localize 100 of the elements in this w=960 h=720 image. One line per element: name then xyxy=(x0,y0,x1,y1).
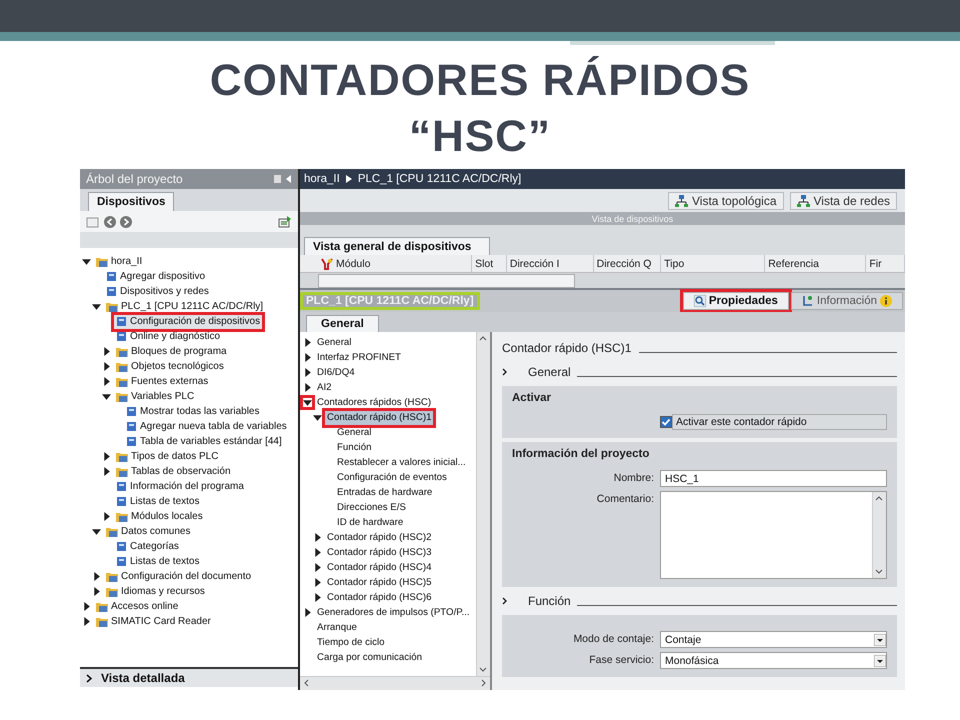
column-header[interactable]: Dirección I xyxy=(506,255,594,272)
tree-item[interactable]: Información del programa xyxy=(114,480,246,494)
tree-item[interactable]: Bloques de programa xyxy=(114,344,229,358)
column-header[interactable]: Fir xyxy=(866,255,905,272)
collapsed-arrow-icon[interactable] xyxy=(102,452,111,461)
collapsed-arrow-icon[interactable] xyxy=(82,602,91,611)
collapsed-arrow-icon[interactable] xyxy=(82,617,91,626)
breadcrumb-item[interactable]: hora_II xyxy=(304,173,340,185)
tab[interactable]: Vista general de dispositivos xyxy=(304,237,490,255)
tree-item[interactable]: Contador rápido (HSC)6 xyxy=(325,590,434,604)
tab[interactable]: General xyxy=(306,315,379,332)
collapsed-arrow-icon[interactable] xyxy=(102,362,111,371)
tree-item[interactable]: Tipos de datos PLC xyxy=(114,450,220,464)
tree-item[interactable]: Restablecer a valores inicial... xyxy=(335,456,468,470)
detail-view-bar[interactable]: Vista detallada xyxy=(80,667,298,687)
collapsed-arrow-icon[interactable] xyxy=(102,347,111,356)
checkbox[interactable] xyxy=(660,416,672,428)
column-header[interactable]: Referencia xyxy=(765,255,866,272)
tree-item[interactable]: Configuración de dispositivos xyxy=(114,314,262,328)
expanded-arrow-icon[interactable] xyxy=(102,392,111,401)
expanded-arrow-icon[interactable] xyxy=(313,413,322,422)
tree-item[interactable]: SIMATIC Card Reader xyxy=(94,614,213,628)
tab[interactable]: Información xyxy=(790,292,903,310)
tree-item[interactable]: Módulos locales xyxy=(114,510,205,524)
comment-field[interactable] xyxy=(660,491,887,579)
tree-item[interactable]: Fuentes externas xyxy=(114,374,210,388)
tree-item[interactable]: PLC_1 [CPU 1211C AC/DC/Rly] xyxy=(104,300,266,314)
chevron-icon[interactable] xyxy=(502,597,508,605)
collapsed-arrow-icon[interactable] xyxy=(303,338,312,347)
scrollbar[interactable] xyxy=(476,332,490,676)
tree-item[interactable]: DI6/DQ4 xyxy=(315,366,357,380)
tree-item[interactable]: Contador rápido (HSC)3 xyxy=(325,546,434,560)
collapsed-arrow-icon[interactable] xyxy=(313,593,322,602)
back-icon[interactable] xyxy=(104,216,116,228)
tree-item[interactable]: Función xyxy=(335,440,374,454)
tree-item[interactable]: Carga por comunicación xyxy=(315,650,424,664)
tree-item[interactable]: Contador rápido (HSC)4 xyxy=(325,560,434,574)
tree-item[interactable]: Datos comunes xyxy=(104,524,192,538)
tree-item[interactable]: Objetos tecnológicos xyxy=(114,360,226,374)
expanded-arrow-icon[interactable] xyxy=(92,302,101,311)
scrollbar[interactable] xyxy=(318,274,575,288)
tree-item[interactable]: Tablas de observación xyxy=(114,464,233,478)
name-field[interactable]: HSC_1 xyxy=(660,470,887,487)
chevron-icon[interactable] xyxy=(502,368,508,376)
tree-item[interactable]: Tabla de variables estándar [44] xyxy=(124,434,284,448)
tab[interactable]: Dispositivos xyxy=(88,192,174,211)
collapsed-arrow-icon[interactable] xyxy=(303,383,312,392)
collapsed-arrow-icon[interactable] xyxy=(313,548,322,557)
tree-item[interactable]: Accesos online xyxy=(94,600,180,614)
column-header[interactable]: Módulo xyxy=(318,255,472,272)
tree-item[interactable]: Contadores rápidos (HSC) xyxy=(315,396,434,410)
tree-item[interactable]: Idiomas y recursos xyxy=(104,584,207,598)
collapsed-arrow-icon[interactable] xyxy=(102,512,111,521)
tree-item[interactable]: Agregar nueva tabla de variables xyxy=(124,420,289,434)
tree-item[interactable]: General xyxy=(315,336,354,350)
collapsed-arrow-icon[interactable] xyxy=(102,467,111,476)
column-header[interactable]: Dirección Q xyxy=(594,255,662,272)
forward-icon[interactable] xyxy=(120,216,132,228)
tree-item[interactable]: AI2 xyxy=(315,380,334,394)
tree-item[interactable]: Categorías xyxy=(114,540,181,554)
tree-item[interactable]: Tiempo de ciclo xyxy=(315,636,386,650)
collapsed-arrow-icon[interactable] xyxy=(92,572,101,581)
breadcrumb-item[interactable]: PLC_1 [CPU 1211C AC/DC/Rly] xyxy=(358,173,522,185)
tree-item[interactable]: Online y diagnóstico xyxy=(114,330,222,344)
column-header[interactable]: Tipo xyxy=(661,255,766,272)
tree-item[interactable]: Contador rápido (HSC)5 xyxy=(325,576,434,590)
tree-item[interactable]: ID de hardware xyxy=(335,516,406,530)
tree-item[interactable]: Contador rápido (HSC)2 xyxy=(325,530,434,544)
collapsed-arrow-icon[interactable] xyxy=(303,353,312,362)
expanded-arrow-icon[interactable] xyxy=(92,527,101,536)
collapsed-arrow-icon[interactable] xyxy=(303,608,312,617)
expanded-arrow-icon[interactable] xyxy=(82,257,91,266)
dropdown[interactable]: Monofásica xyxy=(660,652,887,669)
scrollbar[interactable] xyxy=(872,492,886,578)
tab[interactable]: Propiedades xyxy=(682,292,789,310)
tree-item[interactable]: Entradas de hardware xyxy=(335,486,434,500)
dropdown[interactable]: Contaje xyxy=(660,631,887,648)
tree-item[interactable]: Listas de textos xyxy=(114,554,202,568)
collapsed-arrow-icon[interactable] xyxy=(102,377,111,386)
expanded-arrow-icon[interactable] xyxy=(303,398,312,407)
tree-item[interactable]: Arranque xyxy=(315,620,359,634)
tree-item[interactable]: Interfaz PROFINET xyxy=(315,350,403,364)
view-button[interactable]: Vista topológica xyxy=(668,192,784,210)
section-title[interactable]: Función xyxy=(528,594,571,608)
collapsed-arrow-icon[interactable] xyxy=(313,563,322,572)
collapse-icon[interactable] xyxy=(274,174,292,184)
tree-item[interactable]: Generadores de impulsos (PTO/P... xyxy=(315,606,472,620)
section-title[interactable]: General xyxy=(528,365,571,379)
tree-item[interactable]: General xyxy=(335,426,374,440)
table-icon[interactable] xyxy=(278,216,292,228)
column-header[interactable]: Slot xyxy=(472,255,507,272)
tree-item[interactable]: Configuración de eventos xyxy=(335,470,449,484)
dropdown-arrow-icon[interactable] xyxy=(874,654,886,666)
collapsed-arrow-icon[interactable] xyxy=(92,587,101,596)
collapsed-arrow-icon[interactable] xyxy=(303,368,312,377)
tree-item[interactable]: Agregar dispositivo xyxy=(104,270,208,284)
tree-item[interactable]: Direcciones E/S xyxy=(335,500,408,514)
tree-item[interactable]: Variables PLC xyxy=(114,390,196,404)
tree-item[interactable]: Dispositivos y redes xyxy=(104,284,211,298)
collapsed-arrow-icon[interactable] xyxy=(313,578,322,587)
